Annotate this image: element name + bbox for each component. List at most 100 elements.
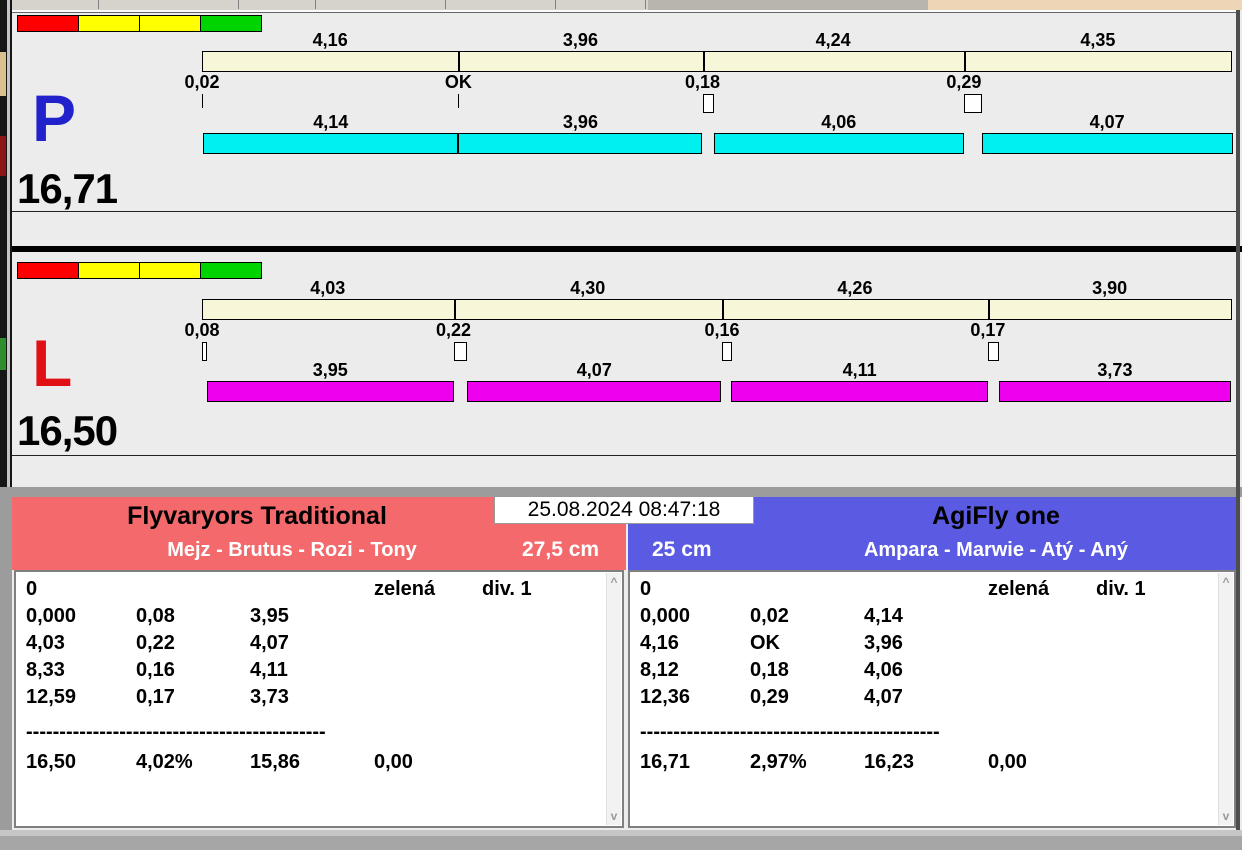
table-cell: 3,95	[250, 605, 289, 627]
bottom-strip	[0, 836, 1242, 850]
window-right-border	[1236, 10, 1240, 830]
run-time-label: 4,06	[821, 112, 857, 132]
table-cell: 4,16	[640, 632, 679, 654]
crossing-time-label: 0,22	[436, 320, 472, 340]
crossing-time-label: 0,08	[184, 320, 220, 340]
traffic-light-cell	[17, 262, 79, 279]
scroll-down-arrow[interactable]: v	[607, 810, 621, 822]
run-bar	[981, 133, 1233, 154]
crossing-checkbox[interactable]	[987, 342, 999, 361]
toolbar-tan-fragment	[928, 0, 1242, 10]
background-patch	[0, 52, 6, 96]
run-time-label: 3,96	[562, 112, 598, 132]
table-cell: 0,08	[136, 605, 175, 627]
table-total-cell: 16,50	[26, 751, 77, 773]
table-cell: 4,07	[250, 632, 289, 654]
crossing-tick	[458, 94, 460, 108]
table-cell: OK	[750, 632, 780, 654]
run-time-label: 3,95	[312, 360, 348, 380]
run-bar	[458, 133, 703, 154]
traffic-light-cell	[78, 15, 140, 32]
run-bar	[203, 133, 459, 154]
table-scrollbar[interactable]: ^ v	[1218, 573, 1233, 825]
split-bar-separator	[987, 299, 990, 320]
split-times-bar	[202, 299, 1232, 320]
table-cell: 4,07	[864, 686, 903, 708]
run-bar	[467, 381, 722, 402]
traffic-light-cell	[17, 15, 79, 32]
split-time-label: 3,90	[1092, 278, 1128, 298]
run-time-label: 3,73	[1097, 360, 1133, 380]
split-bar-separator	[963, 51, 966, 72]
table-cell: 0,29	[750, 686, 789, 708]
table-separator-dashes: ----------------------------------------…	[640, 721, 940, 743]
table-total-cell: 2,97%	[750, 751, 807, 773]
table-total-cell: 16,71	[640, 751, 691, 773]
table-cell: zelená	[988, 578, 1050, 600]
crossing-time-label: 0,29	[946, 72, 982, 92]
team-results-table-right[interactable]: ^ v 0 zelená div. 1 0,000 0,02 4,14 4,16 OK 3,96…	[628, 570, 1236, 828]
toolbar-segment	[648, 0, 928, 10]
top-toolbar-fragment	[12, 0, 1242, 10]
scroll-up-arrow[interactable]: ^	[607, 576, 621, 588]
split-bar-separator	[702, 51, 705, 72]
background-patch	[0, 497, 12, 850]
table-cell: 0	[640, 578, 652, 600]
table-total-cell: 0,00	[374, 751, 413, 773]
background-patch	[0, 338, 6, 370]
traffic-light-cell	[200, 262, 262, 279]
crossing-time-label: 0,18	[684, 72, 721, 92]
table-cell: 0,000	[26, 605, 77, 627]
split-time-label: 4,30	[570, 278, 606, 298]
traffic-light-cell	[139, 262, 201, 279]
toolbar-separator	[645, 0, 646, 9]
table-cell: 0,17	[136, 686, 175, 708]
datetime-display: 25.08.2024 08:47:18	[494, 496, 754, 524]
team-name: AgiFly one	[932, 502, 1060, 530]
table-separator-dashes: ----------------------------------------…	[26, 721, 326, 743]
table-scrollbar[interactable]: ^ v	[606, 573, 621, 825]
table-cell: 0,16	[136, 659, 175, 681]
table-cell: 0,22	[136, 632, 175, 654]
table-total-cell: 15,86	[250, 751, 301, 773]
table-cell: 0,02	[750, 605, 789, 627]
table-cell: 4,03	[26, 632, 65, 654]
run-bar	[998, 381, 1232, 402]
crossing-checkbox[interactable]	[202, 342, 207, 361]
lane-total-time-p: 16,71	[17, 165, 118, 212]
run-bar	[731, 381, 988, 402]
toolbar-separator	[315, 0, 316, 9]
background-scrollbar-sliver	[7, 0, 10, 497]
table-cell: 3,96	[864, 632, 903, 654]
split-time-label: 4,16	[312, 30, 348, 50]
table-total-cell: 16,23	[864, 751, 915, 773]
crossing-time-label: 0,16	[704, 320, 740, 340]
table-total-cell: 4,02%	[136, 751, 193, 773]
table-cell: div. 1	[1096, 578, 1146, 600]
crossing-time-label: OK	[444, 72, 472, 92]
crossing-checkbox[interactable]	[702, 94, 714, 113]
crossing-checkbox[interactable]	[721, 342, 732, 361]
team-results-table-left[interactable]: ^ v 0 zelená div. 1 0,000 0,08 3,95 4,03 0,22 4,…	[14, 570, 624, 828]
table-cell: 4,14	[864, 605, 903, 627]
crossing-checkbox[interactable]	[963, 94, 982, 113]
table-cell: div. 1	[482, 578, 532, 600]
traffic-light-cell	[200, 15, 262, 32]
background-window-sliver	[0, 0, 12, 850]
scroll-down-arrow[interactable]: v	[1219, 810, 1233, 822]
split-bar-separator	[721, 299, 724, 320]
split-time-label: 4,26	[837, 278, 873, 298]
run-bar	[206, 381, 454, 402]
divider	[12, 211, 1238, 212]
table-cell: 12,59	[26, 686, 77, 708]
split-time-label: 4,03	[310, 278, 346, 298]
table-cell: 12,36	[640, 686, 691, 708]
crossing-checkbox[interactable]	[453, 342, 468, 361]
table-cell: 4,11	[250, 659, 288, 681]
crossing-time-label: 0,02	[184, 72, 220, 92]
traffic-light-cell	[78, 262, 140, 279]
crossing-time-label: 0,17	[970, 320, 1006, 340]
table-cell: zelená	[374, 578, 436, 600]
jump-height: 27,5 cm	[522, 538, 600, 561]
scroll-up-arrow[interactable]: ^	[1219, 576, 1233, 588]
